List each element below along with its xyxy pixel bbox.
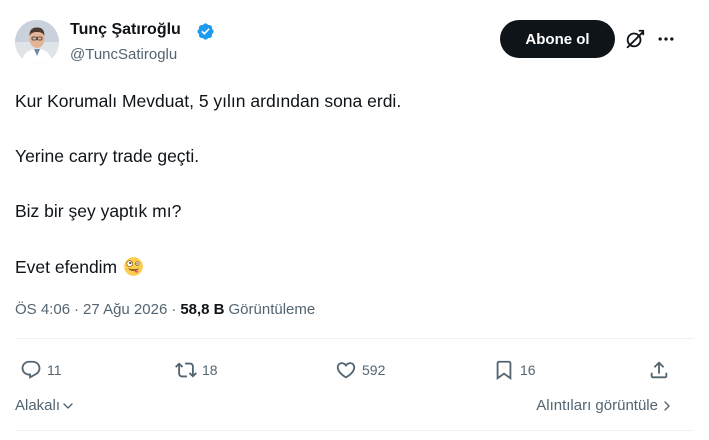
reply-sort-label: Alakalı: [15, 397, 61, 414]
reply-sort-dropdown[interactable]: Alakalı: [15, 397, 74, 414]
bookmark-button[interactable]: 16: [493, 356, 536, 384]
share-button[interactable]: [648, 356, 670, 384]
retweet-count: 18: [202, 362, 218, 378]
retweet-button[interactable]: 18: [175, 356, 218, 384]
chevron-down-icon: [63, 402, 73, 409]
view-quotes-label: Alıntıları görüntüle: [536, 397, 658, 414]
author-name[interactable]: Tunç Şatıroğlu: [70, 21, 181, 39]
reply-count: 11: [47, 362, 62, 378]
views-count[interactable]: 58,8 B: [180, 301, 224, 318]
avatar[interactable]: [15, 20, 59, 64]
more-icon[interactable]: [656, 29, 676, 49]
bookmark-icon: [496, 360, 512, 381]
divider: [15, 338, 694, 339]
tweet-text-line: Kur Korumalı Mevduat, 5 yılın ardından s…: [15, 91, 402, 111]
zany-face-emoji-icon: [124, 257, 143, 276]
tweet-time[interactable]: ÖS 4:06: [15, 301, 70, 318]
tweet-text-line: Yerine carry trade geçti.: [15, 146, 200, 166]
tweet-text-line: Biz bir şey yaptık mı?: [15, 201, 182, 221]
view-quotes-link[interactable]: Alıntıları görüntüle: [536, 397, 673, 414]
chevron-right-icon: [664, 400, 670, 411]
tweet-text-line: Evet efendim: [15, 257, 118, 277]
reply-button[interactable]: 11: [20, 356, 62, 384]
bookmark-count: 16: [520, 362, 536, 378]
like-count: 592: [362, 362, 386, 378]
meta-separator: ·: [171, 301, 177, 318]
meta-separator: ·: [74, 301, 80, 318]
like-button[interactable]: 592: [335, 356, 385, 384]
reply-icon: [21, 360, 41, 379]
views-label: Görüntüleme: [228, 301, 316, 318]
author-handle[interactable]: @TuncSatiroglu: [70, 46, 177, 63]
tweet-meta: ÖS 4:06 · 27 Ağu 2026 · 58,8 B Görüntüle…: [15, 301, 315, 318]
divider: [15, 430, 694, 431]
verified-badge-icon[interactable]: [196, 22, 215, 41]
retweet-icon: [175, 362, 197, 378]
heart-icon: [336, 362, 356, 379]
grok-icon[interactable]: [624, 28, 646, 50]
tweet-card: Tunç Şatıroğlu @TuncSatiroglu Abone ol K…: [0, 0, 709, 440]
subscribe-button[interactable]: Abone ol: [500, 20, 615, 58]
avatar-image: [15, 20, 59, 64]
tweet-date[interactable]: 27 Ağu 2026: [83, 301, 167, 318]
share-icon: [650, 361, 668, 379]
tweet-text-line-with-emoji: Evet efendim: [15, 256, 144, 278]
